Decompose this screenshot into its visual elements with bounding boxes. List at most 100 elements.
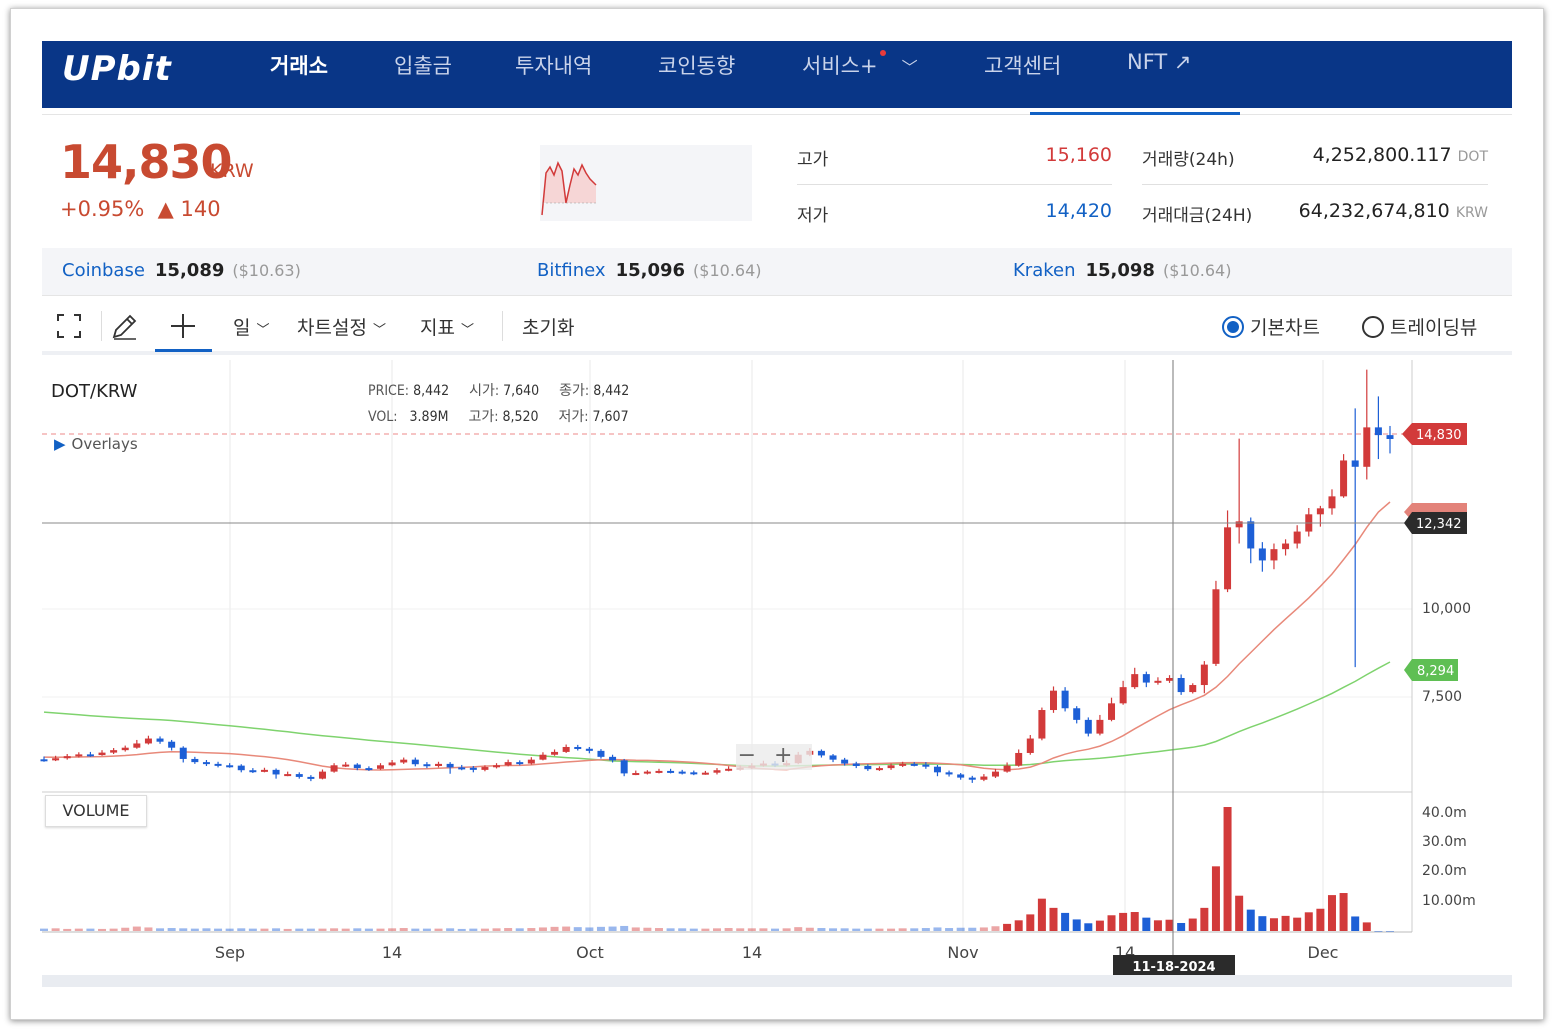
volume-bar <box>654 928 663 931</box>
candle-body <box>864 765 872 770</box>
candle-body <box>597 750 605 757</box>
volume-bar <box>956 927 965 931</box>
candle-body <box>260 769 268 772</box>
volume-pane-label: VOLUME <box>45 795 147 827</box>
candle-body <box>179 747 187 759</box>
chart-scrollbar[interactable] <box>42 975 1512 987</box>
info-key: 고가: <box>468 409 499 425</box>
volume-bar <box>1014 920 1023 931</box>
candle-body <box>980 776 988 780</box>
candle-body <box>609 756 617 761</box>
volume-bar <box>98 928 107 931</box>
volume-bar <box>74 928 83 931</box>
volume-bar <box>376 928 385 931</box>
volume-bar <box>689 928 698 931</box>
candle-body <box>516 762 524 765</box>
candle-body <box>1247 521 1255 549</box>
candle-body <box>632 773 640 776</box>
candle-body <box>655 770 663 773</box>
volume-bar <box>991 926 1000 931</box>
price-chart[interactable]: 14,830 12,342 8,294 10,000 7,500 40.0m 3… <box>0 0 1554 1029</box>
volume-bar <box>863 928 872 931</box>
chart-pair-title: DOT/KRW <box>51 381 138 402</box>
chart-grid <box>42 360 1413 933</box>
crosshair-date-tag: 11-18-2024 <box>1113 955 1235 976</box>
candle-body <box>875 768 883 771</box>
candle-body <box>307 776 315 779</box>
volume-bar <box>1095 920 1104 931</box>
volume-bar <box>318 928 327 931</box>
candle-body <box>202 762 210 765</box>
volume-bar <box>272 928 281 931</box>
candle-body <box>1258 548 1266 561</box>
candle-body <box>910 763 918 766</box>
candle-body <box>957 774 965 778</box>
candle-body <box>945 772 953 775</box>
candle-body <box>272 769 280 775</box>
volume-bar <box>736 928 745 931</box>
volume-bar <box>1211 866 1220 931</box>
volume-bar <box>330 928 339 931</box>
volume-bar <box>295 928 304 931</box>
candle-body <box>1166 677 1174 681</box>
candle-body <box>678 771 686 774</box>
candle-body <box>1026 738 1034 753</box>
volume-bar <box>608 926 617 931</box>
volume-bar <box>353 928 362 931</box>
candle-body <box>841 759 849 764</box>
candle-body <box>63 756 71 759</box>
candle-body <box>98 752 106 756</box>
candle-body <box>667 770 675 773</box>
volume-bar <box>1235 895 1244 931</box>
volume-bar <box>422 928 431 931</box>
candle-body <box>86 754 94 757</box>
candle-body <box>1224 527 1232 590</box>
volume-bar <box>399 928 408 931</box>
info-value: 3.89M <box>409 409 449 425</box>
candle-body <box>1282 543 1290 550</box>
volume-bar <box>805 927 814 931</box>
volume-bar <box>979 927 988 931</box>
volume-bar <box>492 928 501 931</box>
x-tick-label: Dec <box>1308 943 1339 962</box>
volume-bar <box>747 928 756 931</box>
candle-body <box>585 748 593 751</box>
overlays-label: Overlays <box>71 435 138 453</box>
candle-body <box>1131 674 1139 688</box>
volume-bar <box>411 928 420 931</box>
volume-bar <box>840 928 849 931</box>
volume-bar <box>968 927 977 931</box>
volume-bar <box>1304 912 1313 931</box>
volume-bar <box>86 928 95 931</box>
candle-body <box>458 767 466 770</box>
candle-body <box>899 763 907 766</box>
candle-body <box>469 767 477 770</box>
moving-average-long <box>43 661 1391 767</box>
info-value: 7,640 <box>503 383 540 399</box>
candle-body <box>1177 677 1185 693</box>
candle-body <box>75 754 83 757</box>
volume-bar <box>132 926 141 931</box>
volume-bar <box>237 928 246 931</box>
volume-bar <box>446 928 455 931</box>
candle-body <box>701 772 709 775</box>
candle-body <box>168 741 176 748</box>
volume-bar <box>1084 923 1093 931</box>
candle-body <box>643 771 651 774</box>
candle-body <box>353 764 361 769</box>
volume-bar <box>817 928 826 931</box>
overlays-toggle[interactable]: ▶ Overlays <box>54 435 138 453</box>
volume-bar <box>1339 893 1348 931</box>
volume-bar <box>1293 917 1302 931</box>
volume-bar <box>1351 916 1360 931</box>
candle-body <box>1189 685 1197 693</box>
play-triangle-icon: ▶ <box>54 435 66 453</box>
candle-body <box>1270 549 1278 561</box>
volume-bar <box>921 928 930 931</box>
volume-bar <box>504 928 513 931</box>
candle-body <box>1386 435 1394 439</box>
zoom-controls[interactable]: −+ <box>736 744 812 770</box>
volume-bar <box>341 928 350 931</box>
candle-body <box>481 767 489 770</box>
tag-ma-long: 8,294 <box>1404 659 1458 681</box>
